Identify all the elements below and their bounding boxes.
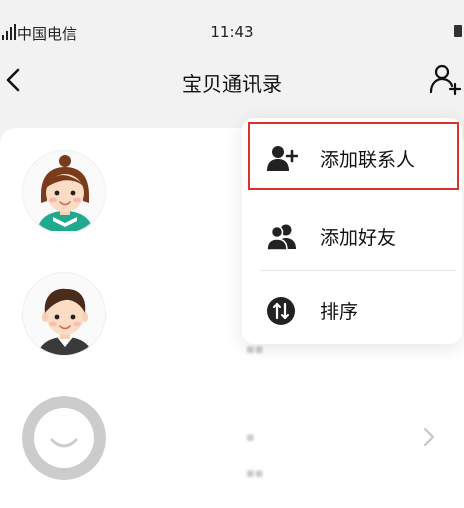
contact-row-arrow[interactable]	[422, 426, 436, 448]
menu-item-add-friend[interactable]: 添加好友	[242, 204, 462, 268]
contact-subtext: ▪▪	[246, 342, 264, 357]
add-menu-popup: 添加联系人 添加好友 排序	[242, 118, 462, 344]
boy-avatar	[23, 273, 105, 355]
add-contact-icon	[429, 64, 462, 96]
sort-icon	[267, 297, 295, 325]
contact-subtext: ▪	[246, 430, 255, 445]
menu-item-label: 排序	[320, 301, 359, 323]
contact-avatar-boy[interactable]	[22, 272, 106, 356]
contact-avatar-default[interactable]	[22, 396, 106, 480]
nav-bar: 宝贝通讯录	[0, 58, 464, 104]
friends-icon	[266, 224, 296, 251]
menu-item-label: 添加好友	[320, 227, 397, 249]
menu-divider	[260, 270, 456, 271]
contact-avatar-girl[interactable]	[22, 150, 106, 234]
add-contact-button[interactable]	[428, 62, 462, 96]
menu-item-label: 添加联系人	[320, 149, 416, 171]
default-avatar	[22, 396, 106, 480]
add-contact-icon	[267, 146, 298, 171]
battery-icon	[454, 25, 462, 37]
chevron-right-icon	[424, 428, 434, 446]
status-bar: 中国电信 11:43	[0, 18, 464, 46]
girl-avatar	[23, 151, 105, 233]
page-title: 宝贝通讯录	[182, 72, 282, 96]
status-time: 11:43	[210, 23, 254, 41]
menu-item-add-contact[interactable]: 添加联系人	[242, 126, 462, 190]
menu-item-sort[interactable]: 排序	[242, 278, 462, 342]
contact-subtext: ▪▪	[246, 466, 264, 481]
